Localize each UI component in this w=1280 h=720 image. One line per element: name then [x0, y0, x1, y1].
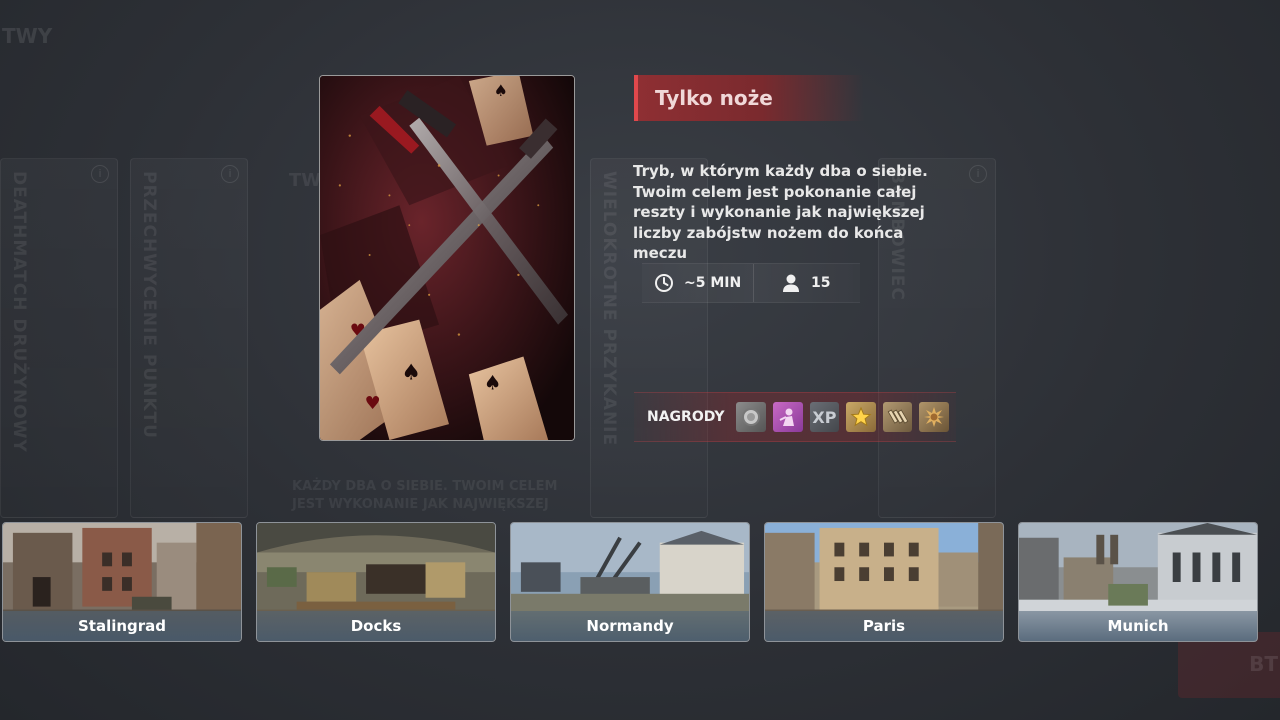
map-card-munich[interactable]: Munich [1018, 522, 1258, 642]
clock-icon [655, 274, 673, 292]
medal-icon[interactable] [919, 402, 950, 432]
background-desc-line: JEST WYKONANIE JAK NAJWIĘKSZEJ [292, 497, 549, 512]
mode-title: Tylko noże [634, 75, 864, 121]
svg-text:♥: ♥ [365, 393, 381, 414]
map-name: Paris [765, 611, 1003, 641]
background-mode-card: DEATHMATCH DRUŻYNOWY i [0, 158, 118, 518]
players-stat: 15 [754, 264, 830, 302]
info-icon: i [221, 165, 239, 183]
background-tab-label: TWY [2, 24, 53, 48]
background-card-label: WIELOKROTNE PRZYKANIE [599, 171, 619, 447]
ammo-icon[interactable] [882, 402, 913, 432]
map-list: Stalingrad Docks Normandy Paris Munich [2, 522, 1278, 642]
background-card-label: PRZECHWYCENIE PUNKTU [139, 171, 159, 439]
mode-stats: ~5 MIN 15 [642, 263, 860, 303]
background-description: KAŻDY DBA O SIEBIE. TWOIM CELEM JEST WYK… [292, 478, 562, 514]
background-card-label: DEATHMATCH DRUŻYNOWY [9, 171, 29, 453]
background-desc-line: KAŻDY DBA O SIEBIE. TWOIM CELEM [292, 479, 558, 494]
silver-coin-icon[interactable] [736, 402, 767, 432]
rewards-label: NAGRODY [647, 409, 725, 425]
svg-text:♠: ♠ [401, 360, 421, 385]
mode-artwork: ♥ ♠ ♥ ♠ ♠ [319, 75, 575, 441]
xp-icon[interactable]: XP [809, 402, 840, 432]
info-icon: i [91, 165, 109, 183]
duration-stat: ~5 MIN [642, 264, 754, 302]
info-icon: i [969, 165, 987, 183]
svg-text:♠: ♠ [484, 371, 502, 394]
duration-value: ~5 MIN [684, 275, 742, 291]
map-card-paris[interactable]: Paris [764, 522, 1004, 642]
map-name: Docks [257, 611, 495, 641]
character-icon[interactable] [773, 402, 803, 432]
background-button-label: BT [1249, 652, 1278, 676]
map-name: Munich [1019, 611, 1257, 641]
map-card-normandy[interactable]: Normandy [510, 522, 750, 642]
svg-text:♠: ♠ [494, 81, 508, 100]
user-icon [783, 274, 799, 292]
mode-description-line: Twoim celem jest pokonanie całej [633, 182, 917, 201]
map-name: Normandy [511, 611, 749, 641]
mode-description-line: Tryb, w którym każdy dba o siebie. [633, 162, 928, 180]
map-card-docks[interactable]: Docks [256, 522, 496, 642]
mode-description-line: reszty i wykonanie jak największej [633, 203, 925, 221]
mode-description: Tryb, w którym każdy dba o siebie. Twoim… [633, 161, 953, 264]
mode-description-line: liczby zabójstw nożem do końca meczu [633, 223, 904, 263]
star-icon[interactable] [846, 402, 876, 432]
rewards-bar: NAGRODY XP [634, 392, 956, 442]
map-name: Stalingrad [3, 611, 241, 641]
map-card-stalingrad[interactable]: Stalingrad [2, 522, 242, 642]
players-value: 15 [811, 275, 831, 291]
background-mode-card: PRZECHWYCENIE PUNKTU i [130, 158, 248, 518]
knives-artwork: ♥ ♠ ♥ ♠ ♠ [320, 76, 574, 440]
